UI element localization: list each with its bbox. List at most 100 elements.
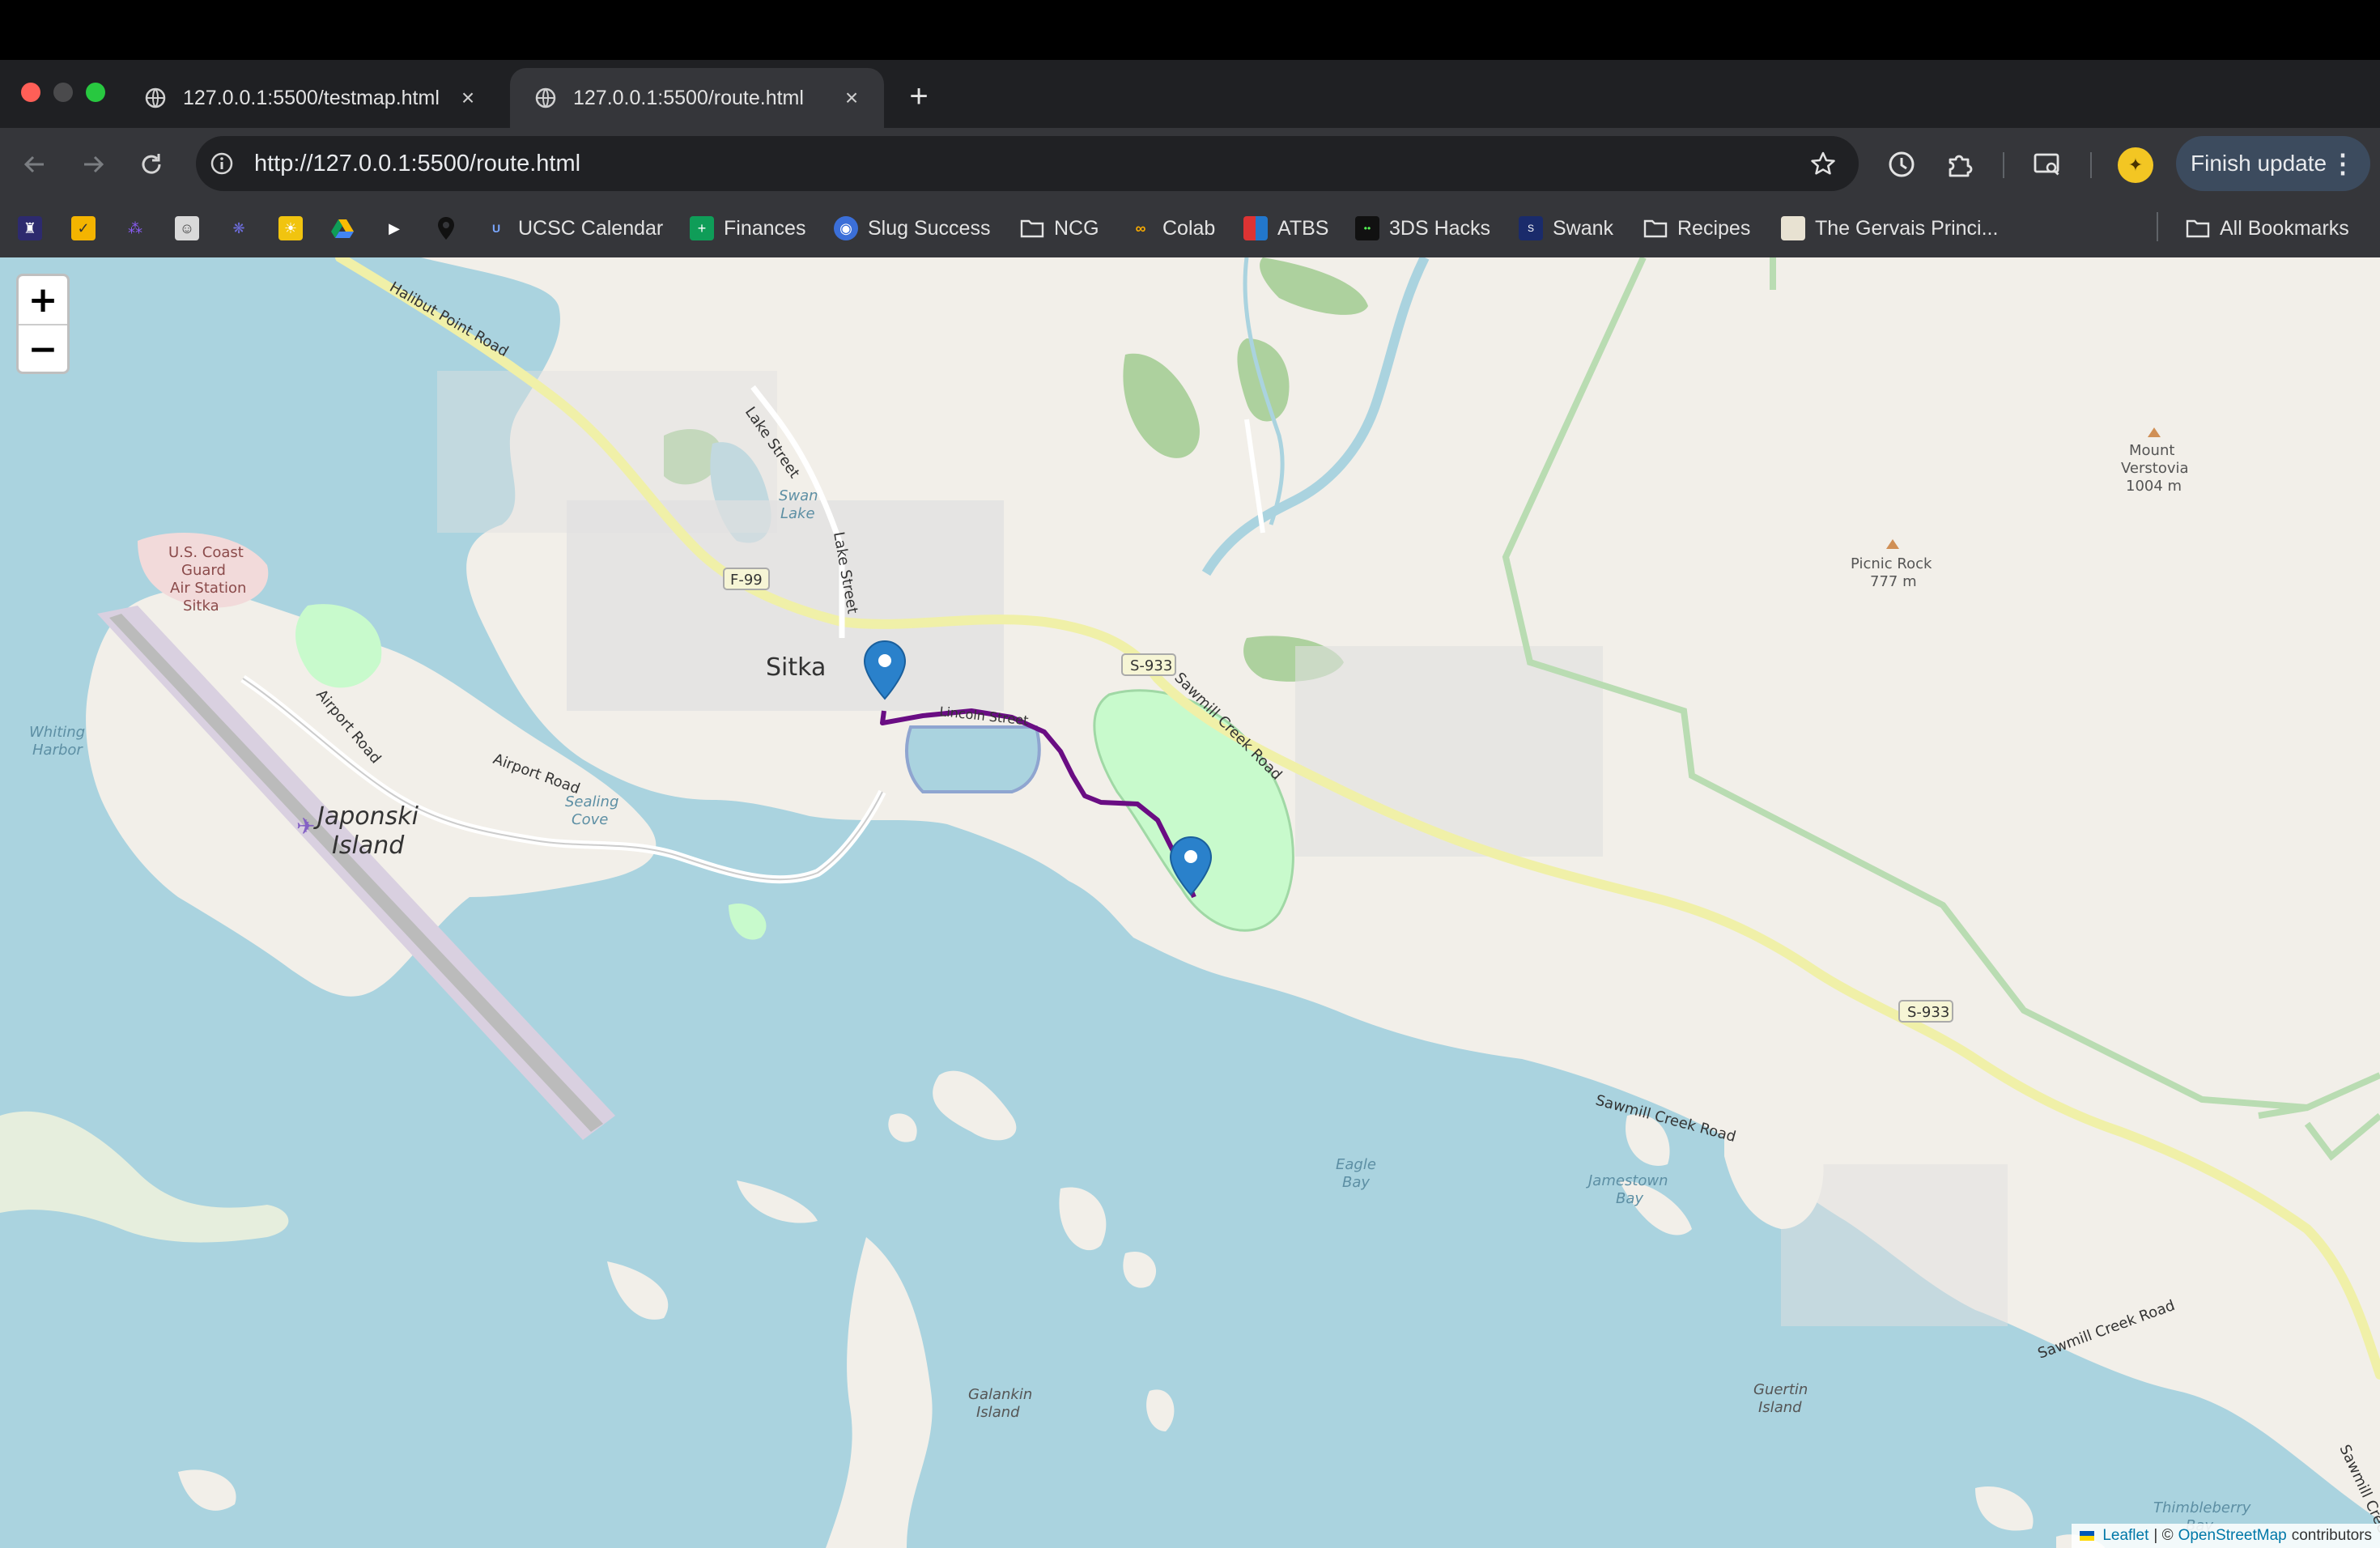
folder-icon	[1020, 216, 1044, 240]
all-bookmarks-button[interactable]: All Bookmarks	[2186, 214, 2349, 243]
bookmark-item[interactable]: + Finances	[690, 214, 805, 243]
folder-icon	[2186, 216, 2210, 240]
forward-arrow-icon	[84, 155, 104, 173]
crescent-harbor	[905, 725, 1041, 793]
forward-button[interactable]	[74, 146, 112, 183]
island	[1123, 1252, 1157, 1288]
bookmark-item[interactable]: S Swank	[1519, 214, 1613, 243]
google-drive-icon	[330, 216, 355, 240]
guertin-island	[1724, 1104, 1824, 1229]
history-clock-icon[interactable]	[1883, 146, 1920, 183]
bookmark-item[interactable]: ATBS	[1243, 214, 1328, 243]
bookmark-icon-only[interactable]: ▶	[382, 214, 406, 243]
zoom-out-button[interactable]: −	[19, 325, 67, 373]
map-label-jamestown-bay: Bay	[1616, 1190, 1643, 1207]
window-minimize-button[interactable]	[53, 83, 73, 102]
map-label-eagle-bay: Bay	[1342, 1174, 1370, 1191]
zoom-in-button[interactable]: +	[19, 276, 67, 325]
island	[888, 1113, 917, 1142]
route-shield-s933-label: S-933	[1130, 657, 1172, 674]
map-attribution: Leaflet | © OpenStreetMap contributors	[2072, 1524, 2380, 1548]
finish-update-button[interactable]: Finish update ⋮	[2176, 136, 2370, 191]
cast-search-icon[interactable]	[2029, 146, 2066, 183]
tab-title: 127.0.0.1:5500/testmap.html	[183, 86, 440, 109]
spreadsheet-icon: +	[690, 216, 714, 240]
site-info-icon[interactable]	[206, 147, 238, 180]
map-label-whiting-harbor: Harbor	[32, 742, 83, 759]
ukraine-flag-icon	[2080, 1531, 2095, 1541]
address-bar[interactable]: http://127.0.0.1:5500/route.html	[196, 136, 1859, 191]
bookmark-icon-only[interactable]: ⁂	[123, 214, 147, 243]
leaflet-link[interactable]: Leaflet	[2102, 1527, 2148, 1545]
route-shield-s933-label: S-933	[1907, 1004, 1949, 1021]
play-icon: ▶	[389, 219, 400, 236]
back-button[interactable]	[16, 146, 53, 183]
toolbar-separator	[2090, 152, 2092, 178]
map-tiles[interactable]: ✈ Sitka Japonski Island Halibut Point Ro…	[0, 257, 2380, 1548]
folder-icon	[1643, 216, 1668, 240]
new-tab-button[interactable]: +	[900, 78, 937, 115]
map-container[interactable]: ✈ Sitka Japonski Island Halibut Point Ro…	[0, 257, 2380, 1548]
map-label-coast-guard: Guard	[181, 562, 226, 579]
bookmark-label: Swank	[1553, 216, 1614, 240]
island	[737, 1180, 818, 1223]
3ds-hacks-icon: ••	[1355, 216, 1379, 240]
tab-route[interactable]: 127.0.0.1:5500/route.html ×	[510, 68, 884, 128]
bookmark-icon-only[interactable]: ☺	[175, 214, 199, 243]
map-label-coast-guard: Sitka	[183, 598, 219, 615]
map-label-japonski: Japonski	[313, 802, 419, 831]
attribution-separator: | ©	[2153, 1527, 2174, 1544]
bookmark-icon-only[interactable]: ☀	[278, 214, 303, 243]
swank-icon: S	[1519, 216, 1543, 240]
map-label-swan-lake: Lake	[780, 505, 815, 522]
bookmark-favicon-icon: ⁂	[128, 219, 142, 236]
window-close-button[interactable]	[21, 83, 40, 102]
map-label-coast-guard: Air Station	[170, 580, 246, 597]
slug-success-icon: ◉	[834, 216, 858, 240]
bookmark-icon-only[interactable]	[434, 214, 458, 243]
bookmark-item[interactable]: NCG	[1020, 214, 1099, 243]
bookmark-item[interactable]: ∞ Colab	[1128, 214, 1216, 243]
reload-button[interactable]	[133, 146, 170, 183]
island	[1059, 1187, 1107, 1251]
profile-avatar[interactable]: ✦	[2118, 147, 2153, 183]
url-text[interactable]: http://127.0.0.1:5500/route.html	[254, 151, 580, 177]
atbs-icon	[1243, 216, 1268, 240]
attribution-contributors: contributors	[2291, 1527, 2372, 1544]
bookmark-item[interactable]: ◉ Slug Success	[834, 214, 990, 243]
bookmark-icon-only[interactable]	[330, 214, 355, 243]
window-zoom-button[interactable]	[86, 83, 105, 102]
tab-close-button[interactable]: ×	[837, 83, 866, 113]
residential-area	[1295, 646, 1603, 857]
bookmark-icon-only[interactable]: ✓	[71, 214, 96, 243]
bookmark-item[interactable]: U UCSC Calendar	[484, 214, 663, 243]
zoom-control: + −	[16, 274, 70, 374]
star-icon[interactable]	[1805, 146, 1841, 181]
puzzle-piece-icon[interactable]	[1941, 146, 1978, 183]
map-label-coast-guard: U.S. Coast	[168, 544, 244, 561]
bookmarks-separator	[2157, 212, 2158, 241]
map-label-eagle-bay: Eagle	[1336, 1156, 1376, 1173]
bookmark-icon-only[interactable]: ♜	[18, 214, 42, 243]
bookmark-item[interactable]: •• 3DS Hacks	[1355, 214, 1490, 243]
bookmark-label: Colab	[1162, 216, 1216, 240]
more-menu-icon[interactable]: ⋮	[2330, 148, 2356, 179]
calendar-check-icon: ✓	[71, 216, 96, 240]
bookmark-label: ATBS	[1277, 216, 1329, 240]
map-label-jamestown-bay: Jamestown	[1586, 1172, 1668, 1189]
back-arrow-icon	[23, 155, 44, 173]
tab-close-button[interactable]: ×	[453, 83, 482, 113]
bookmark-item[interactable]: The Gervais Princi...	[1781, 214, 1998, 243]
map-label-sitka: Sitka	[766, 653, 826, 682]
openstreetmap-link[interactable]: OpenStreetMap	[2178, 1527, 2287, 1545]
bookmark-label: The Gervais Princi...	[1815, 216, 1999, 240]
bookmark-icon-only[interactable]: ❋	[227, 214, 251, 243]
tab-testmap[interactable]: 127.0.0.1:5500/testmap.html ×	[120, 68, 500, 128]
bookmark-favicon-icon: ♜	[18, 216, 42, 240]
all-bookmarks-label: All Bookmarks	[2220, 216, 2349, 240]
island	[1146, 1389, 1175, 1431]
island	[607, 1261, 669, 1320]
airport-icon: ✈	[296, 813, 315, 840]
bookmark-item[interactable]: Recipes	[1643, 214, 1750, 243]
bookmark-label: NCG	[1054, 216, 1099, 240]
